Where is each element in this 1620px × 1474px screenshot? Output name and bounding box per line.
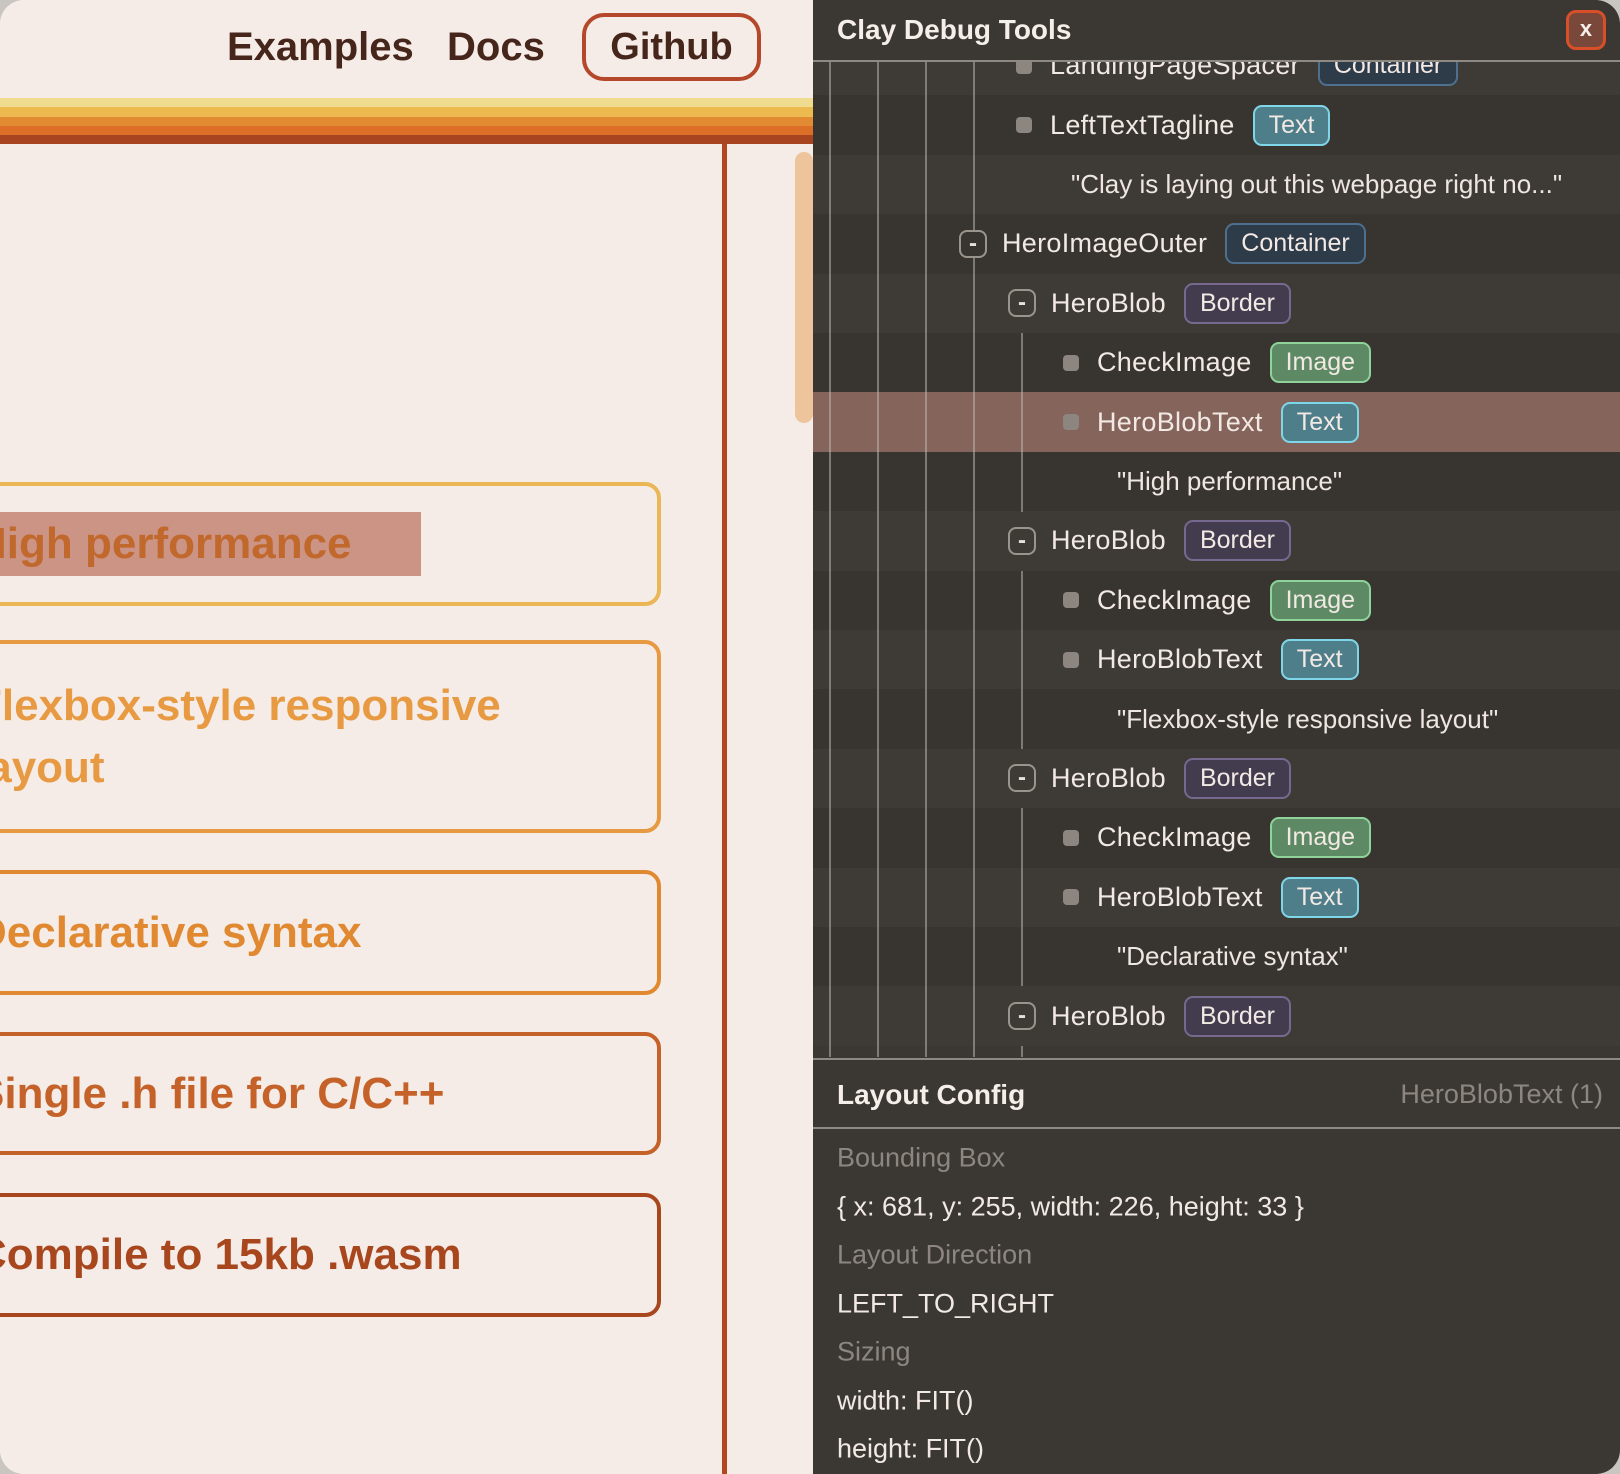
tree-row[interactable]: HeroBlobText Text <box>1063 630 1359 689</box>
tree-text-content: "Declarative syntax" <box>1117 941 1348 972</box>
collapse-minus-icon[interactable]: - <box>1008 527 1036 555</box>
vertical-divider <box>722 144 727 1474</box>
leaf-dot-icon <box>1063 889 1079 905</box>
tree-text-content: "High performance" <box>1117 466 1342 497</box>
stripe-band <box>0 107 813 117</box>
tree-element-name: HeroBlobText <box>1097 407 1263 438</box>
leaf-dot-icon <box>1063 414 1079 430</box>
tree-rows: LandingPageSpacerContainerLeftTextTaglin… <box>813 0 1620 1058</box>
app-window: Examples Docs Github High performance Flex… <box>0 0 1620 1474</box>
layout-config-title: Layout Config <box>837 1060 1025 1129</box>
feature-card-text: Compile to 15kb .wasm <box>0 1224 462 1286</box>
tree-text-row[interactable]: "High performance" <box>1117 452 1342 511</box>
tree-row[interactable]: -HeroBlob Border <box>1008 749 1291 808</box>
tree-element-name: HeroBlob <box>1051 288 1166 319</box>
config-section-label: Layout Direction <box>837 1240 1032 1271</box>
tree-row[interactable]: -HeroBlob Border <box>1008 986 1291 1045</box>
leaf-dot-icon <box>1063 592 1079 608</box>
element-type-tag: Text <box>1253 105 1331 146</box>
config-value: LEFT_TO_RIGHT <box>837 1289 1054 1320</box>
tree-element-name: CheckImage <box>1097 347 1252 378</box>
element-type-tag: Image <box>1270 817 1371 858</box>
config-section-label: Bounding Box <box>837 1143 1005 1174</box>
tree-element-name: HeroImageOuter <box>1002 228 1207 259</box>
tree-text-content: "Flexbox-style responsive layout" <box>1117 704 1498 735</box>
tree-text-row[interactable]: "Flexbox-style responsive layout" <box>1117 689 1498 748</box>
close-icon: x <box>1580 18 1592 40</box>
leaf-dot-icon <box>1063 652 1079 668</box>
debug-panel-header: Clay Debug Tools x <box>813 0 1620 62</box>
tree-row[interactable]: HeroBlobText Text <box>1063 868 1359 927</box>
tree-row[interactable]: CheckImage Image <box>1063 571 1371 630</box>
collapse-minus-icon[interactable]: - <box>959 230 987 258</box>
tree-element-name: HeroBlob <box>1051 763 1166 794</box>
tree-text-row[interactable]: "Clay is laying out this webpage right n… <box>1071 155 1562 214</box>
stripe-band <box>0 98 813 107</box>
debug-panel-title: Clay Debug Tools <box>837 0 1071 60</box>
element-type-tag: Text <box>1281 877 1359 918</box>
element-tree: LandingPageSpacerContainerLeftTextTaglin… <box>813 0 1620 1058</box>
close-button[interactable]: x <box>1566 10 1606 50</box>
stripe-band <box>0 117 813 126</box>
tree-element-name: HeroBlobText <box>1097 644 1263 675</box>
config-value: height: FIT() <box>837 1434 984 1465</box>
tree-element-name: LeftTextTagline <box>1050 110 1235 141</box>
element-type-tag: Border <box>1184 758 1291 799</box>
tree-element-name: HeroBlobText <box>1097 882 1263 913</box>
webpage-panel: Examples Docs Github High performance Flex… <box>0 0 813 1474</box>
leaf-dot-icon <box>1063 830 1079 846</box>
tree-text-row[interactable]: "Declarative syntax" <box>1117 927 1348 986</box>
tree-row[interactable]: CheckImage Image <box>1063 808 1371 867</box>
feature-card-text: Single .h file for C/C++ <box>0 1063 444 1125</box>
collapse-minus-icon[interactable]: - <box>1008 1002 1036 1030</box>
tree-row[interactable]: -HeroBlob Border <box>1008 511 1291 570</box>
tree-row[interactable]: -HeroBlob Border <box>1008 274 1291 333</box>
tree-element-name: HeroBlob <box>1051 1001 1166 1032</box>
feature-card-text: High performance <box>0 513 352 575</box>
stripe-band <box>0 135 813 144</box>
github-button[interactable]: Github <box>582 13 761 81</box>
stripe-band <box>0 126 813 135</box>
element-type-tag: Border <box>1184 520 1291 561</box>
element-type-tag: Text <box>1281 639 1359 680</box>
element-type-tag: Image <box>1270 342 1371 383</box>
config-value: { x: 681, y: 255, width: 226, height: 33… <box>837 1192 1304 1223</box>
leaf-dot-icon <box>1016 117 1032 133</box>
selected-element-label: HeroBlobText (1) <box>1400 1060 1603 1129</box>
tree-row[interactable]: -HeroImageOuter Container <box>959 214 1366 273</box>
tree-text-content: "Clay is laying out this webpage right n… <box>1071 169 1562 200</box>
element-type-tag: Image <box>1270 580 1371 621</box>
leaf-dot-icon <box>1063 355 1079 371</box>
tree-element-name: CheckImage <box>1097 585 1252 616</box>
config-value: width: FIT() <box>837 1386 974 1417</box>
element-type-tag: Border <box>1184 996 1291 1037</box>
tree-row[interactable]: CheckImage Image <box>1063 333 1371 392</box>
nav-link-docs[interactable]: Docs <box>447 24 545 70</box>
feature-card: Declarative syntax <box>0 870 661 995</box>
rainbow-stripe <box>0 98 813 144</box>
feature-card-text: Declarative syntax <box>0 902 361 964</box>
element-type-tag: Text <box>1281 402 1359 443</box>
tree-row[interactable]: HeroBlobText Text <box>1063 392 1359 451</box>
element-type-tag: Container <box>1225 223 1365 264</box>
feature-card: High performance <box>0 482 661 606</box>
config-section-label: Sizing <box>837 1337 911 1368</box>
nav-link-examples[interactable]: Examples <box>227 24 414 70</box>
collapse-minus-icon[interactable]: - <box>1008 289 1036 317</box>
layout-config-body: Bounding Box { x: 681, y: 255, width: 226… <box>813 1129 1620 1474</box>
tree-element-name: CheckImage <box>1097 822 1252 853</box>
collapse-minus-icon[interactable]: - <box>1008 764 1036 792</box>
feature-card: Compile to 15kb .wasm <box>0 1193 661 1317</box>
feature-card: Single .h file for C/C++ <box>0 1032 661 1155</box>
feature-card-text: Flexbox-style responsive layout <box>0 675 595 799</box>
layout-config-header: Layout Config HeroBlobText (1) <box>813 1058 1620 1129</box>
tree-row[interactable]: LeftTextTagline Text <box>1016 95 1330 154</box>
debug-panel: LandingPageSpacerContainerLeftTextTaglin… <box>813 0 1620 1474</box>
element-type-tag: Border <box>1184 283 1291 324</box>
tree-element-name: HeroBlob <box>1051 525 1166 556</box>
feature-card: Flexbox-style responsive layout <box>0 640 661 833</box>
page-scrollbar[interactable] <box>795 152 813 423</box>
